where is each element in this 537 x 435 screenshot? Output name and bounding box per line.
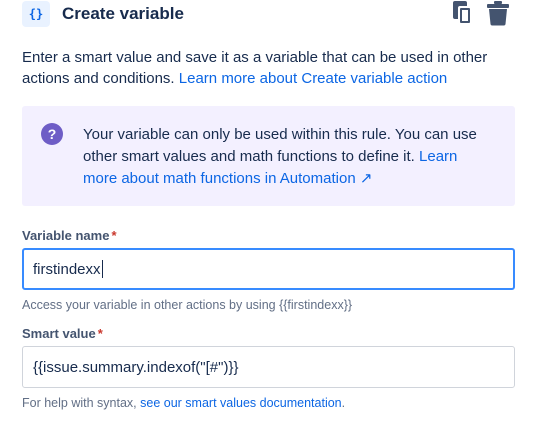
smart-values-docs-link[interactable]: see our smart values documentation	[140, 396, 342, 410]
smart-value-helper-prefix: For help with syntax,	[22, 396, 137, 410]
smart-value-helper-suffix: .	[341, 396, 346, 410]
intro-description: Enter a smart value and save it as a var…	[22, 47, 517, 89]
info-text: Your variable can only be used within th…	[83, 124, 493, 190]
copy-button[interactable]	[451, 0, 475, 26]
smart-value-label: Smart value *	[22, 326, 103, 341]
info-panel: ? Your variable can only be used within …	[22, 106, 515, 206]
panel-header: {} Create variable	[22, 0, 522, 30]
question-icon: ?	[41, 123, 63, 145]
smart-value-helper: For help with syntax, see our smart valu…	[22, 396, 345, 410]
panel-title: Create variable	[62, 4, 184, 23]
variable-name-input[interactable]: firstindexx	[22, 248, 515, 290]
required-mark: *	[111, 228, 117, 243]
required-mark: *	[97, 326, 103, 341]
variable-braces-icon: {}	[22, 1, 50, 27]
variable-name-helper: Access your variable in other actions by…	[22, 298, 353, 312]
create-variable-docs-link[interactable]: Learn more about Create variable action	[179, 70, 448, 87]
trash-icon	[487, 1, 509, 26]
delete-button[interactable]	[486, 0, 510, 26]
smart-value-input[interactable]: {{issue.summary.indexof("[#")}}	[22, 346, 515, 388]
variable-name-label-text: Variable name	[22, 228, 110, 243]
smart-value-value: {{issue.summary.indexof("[#")}}	[33, 358, 239, 376]
text-caret	[101, 260, 103, 278]
smart-value-label-text: Smart value	[22, 326, 96, 341]
variable-name-value: firstindexx	[33, 260, 101, 278]
variable-name-label: Variable name *	[22, 228, 117, 243]
copy-icon	[453, 1, 472, 25]
info-message: Your variable can only be used within th…	[83, 126, 477, 165]
